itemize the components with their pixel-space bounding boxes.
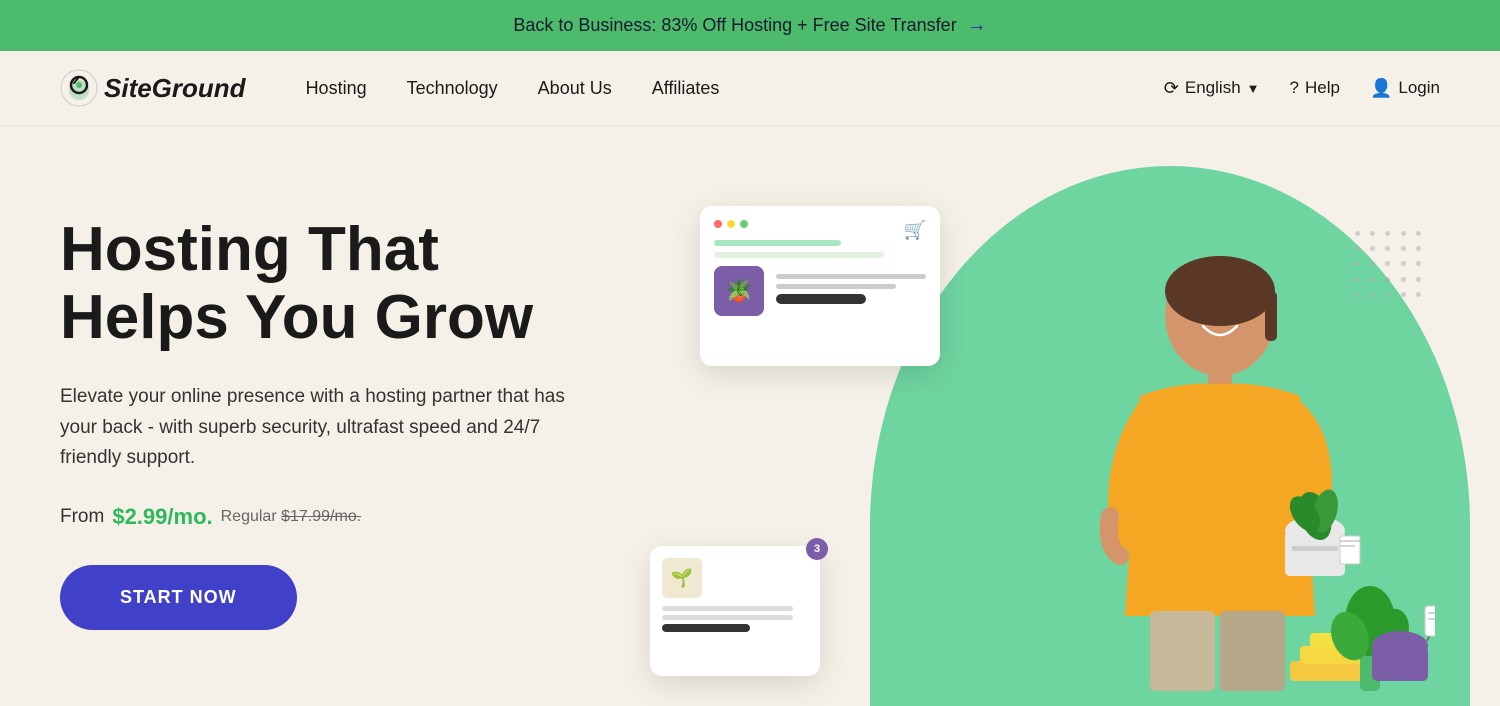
language-label: English (1185, 78, 1241, 98)
logo[interactable]: SiteGround (60, 69, 246, 107)
price-regular: Regular $17.99/mo. (221, 508, 362, 526)
cart-icon: 🛒 (904, 220, 926, 241)
login-label: Login (1398, 78, 1440, 98)
promo-banner[interactable]: Back to Business: 83% Off Hosting + Free… (0, 0, 1500, 51)
help-label: Help (1305, 78, 1340, 98)
deco-pot-purple (1365, 591, 1435, 686)
logo-icon (60, 69, 98, 107)
price-amount: $2.99/mo. (112, 504, 212, 530)
nav-about[interactable]: About Us (538, 78, 612, 99)
browser-dots (714, 220, 926, 228)
hero-price: From $2.99/mo. Regular $17.99/mo. (60, 504, 640, 530)
help-icon: ? (1290, 78, 1299, 98)
browser-text-lines (776, 274, 926, 309)
hero-title: Hosting That Helps You Grow (60, 216, 640, 352)
browser-illustration: 🪴 (714, 266, 926, 316)
help-button[interactable]: ? Help (1290, 78, 1340, 98)
plant-icon: 🪴 (714, 266, 764, 316)
banner-arrow-icon: → (967, 14, 987, 37)
price-from-label: From (60, 506, 104, 528)
hero-content: Hosting That Helps You Grow Elevate your… (60, 186, 640, 630)
start-now-button[interactable]: START NOW (60, 565, 297, 630)
hero-subtitle: Elevate your online presence with a host… (60, 382, 580, 473)
nav-hosting[interactable]: Hosting (306, 78, 367, 99)
small-plant-icon: 🌱 (662, 558, 702, 598)
nav-links: Hosting Technology About Us Affiliates (306, 78, 1124, 99)
hero-illustration: 🛒 🪴 3 🌱 (640, 186, 1440, 706)
small-product-card: 3 🌱 (650, 546, 820, 676)
notification-badge: 3 (806, 538, 828, 560)
logo-text: SiteGround (104, 73, 246, 104)
nav-affiliates[interactable]: Affiliates (652, 78, 720, 99)
nav-right: ⟳ English ▼ ? Help 👤 Login (1164, 78, 1440, 99)
language-selector[interactable]: ⟳ English ▼ (1164, 78, 1260, 99)
browser-card: 🛒 🪴 (700, 206, 940, 366)
translate-icon: ⟳ (1164, 78, 1179, 99)
chevron-down-icon: ▼ (1247, 81, 1260, 96)
hero-section: Hosting That Helps You Grow Elevate your… (0, 126, 1500, 706)
login-button[interactable]: 👤 Login (1370, 78, 1440, 99)
user-icon: 👤 (1370, 78, 1392, 99)
nav-technology[interactable]: Technology (407, 78, 498, 99)
banner-text: Back to Business: 83% Off Hosting + Free… (513, 15, 956, 36)
original-price: $17.99/mo. (281, 508, 361, 525)
navbar: SiteGround Hosting Technology About Us A… (0, 51, 1500, 126)
